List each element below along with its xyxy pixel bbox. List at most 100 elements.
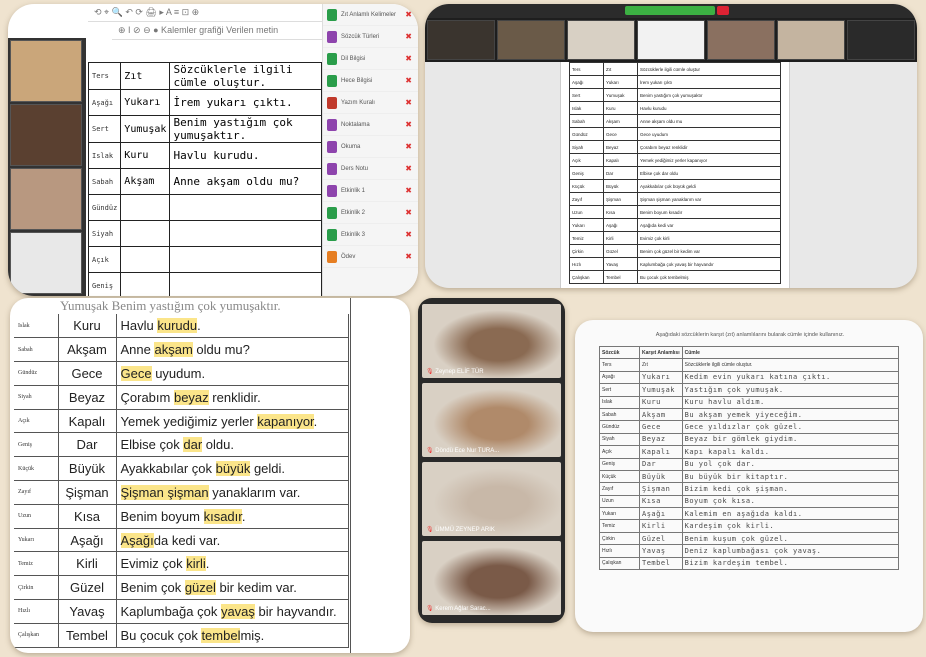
sentence-cell[interactable]	[169, 272, 322, 296]
delete-icon[interactable]: ✖	[405, 10, 412, 19]
delete-icon[interactable]: ✖	[405, 76, 412, 85]
source-word-cell[interactable]: Açık	[87, 246, 122, 273]
sentence-text: .	[197, 318, 201, 334]
sentence-cell[interactable]: Anne akşam oldu mu?	[169, 168, 322, 195]
antonym-cell[interactable]	[120, 194, 171, 221]
document-editor: ⟲ ⌖ 🔍 ↶ ⟳ 🖨 ▸ A ≡ ⊡ ⊕ ⊕ I ⊘ ⊖ ● Kalemler…	[87, 4, 322, 296]
sentence-text: da kedi var.	[153, 532, 221, 548]
participant-video	[10, 168, 82, 230]
table-row: Ters Zıt Sözcüklerle ilgili cümle oluştur.	[87, 62, 322, 90]
sentence-cell: Çorabım beyaz renklidir.	[116, 385, 349, 410]
file-list-item[interactable]: Etkinlik 2 ✖	[323, 202, 418, 224]
file-list-item[interactable]: Dil Bilgisi ✖	[323, 48, 418, 70]
source-word-cell[interactable]: Gündüz	[87, 194, 122, 221]
antonym-cell[interactable]: Kuru	[120, 142, 171, 169]
antonym-cell[interactable]	[120, 272, 171, 296]
table-row: Zayıf Şişman Şişman şişman yanaklarım var	[569, 192, 781, 206]
stop-share-button[interactable]	[717, 6, 729, 15]
highlighted-antonym: kirli	[186, 556, 206, 572]
editor-toolbar-secondary[interactable]: ⊕ I ⊘ ⊖ ● Kalemler grafiği Verilen metin	[112, 22, 322, 40]
delete-icon[interactable]: ✖	[405, 252, 412, 261]
participant-video	[10, 40, 82, 102]
sentence-cell[interactable]	[169, 194, 322, 221]
table-cell: Tembel	[639, 556, 683, 571]
table-cell: Güzel	[603, 244, 638, 258]
delete-icon[interactable]: ✖	[405, 186, 412, 195]
worksheet-table: Ters Zıt Sözcüklerle ilgili cümle oluştur.…	[87, 62, 322, 296]
delete-icon[interactable]: ✖	[405, 98, 412, 107]
sentence-cell[interactable]: Benim yastığım çok yumuşaktır.	[169, 115, 322, 143]
antonym-cell[interactable]: Akşam	[120, 168, 171, 195]
sentence-cell[interactable]	[169, 246, 322, 273]
delete-icon[interactable]: ✖	[405, 230, 412, 239]
file-list-item[interactable]: Etkinlik 1 ✖	[323, 180, 418, 202]
delete-icon[interactable]: ✖	[405, 32, 412, 41]
table-cell: Benim çok güzel bir kedim var	[637, 244, 781, 258]
highlighted-antonym: dar	[183, 437, 203, 453]
source-word-cell[interactable]: Ters	[87, 62, 122, 90]
delete-icon[interactable]: ✖	[405, 208, 412, 217]
file-list-item[interactable]: Sözcük Türleri ✖	[323, 26, 418, 48]
participant-tile[interactable]: 🎙 Kerem Ağlar Sarac...	[422, 541, 561, 615]
file-list-item[interactable]: Zıt Anlamlı Kelimeler ✖	[323, 4, 418, 26]
sentence-text: Evimiz çok	[120, 556, 187, 572]
participant-video	[497, 20, 565, 60]
highlighted-antonym: Şişman şişman	[120, 484, 209, 500]
table-cell: Şişman	[639, 482, 683, 496]
table-row: Geniş Dar Elbise çok dar oldu	[569, 166, 781, 180]
table-cell: Kapalı	[603, 153, 638, 167]
source-word-cell: Temiz	[14, 551, 59, 577]
file-list-item[interactable]: Ödev ✖	[323, 246, 418, 268]
table-row: Aşağı Yukarı Kedim evin yukarı katına çıkt…	[599, 370, 900, 385]
participant-tile[interactable]: 🎙 Döndü Ece Nur TURA...	[422, 383, 561, 457]
antonym-cell[interactable]: Yumuşak	[120, 115, 171, 143]
share-indicator[interactable]	[625, 6, 715, 15]
source-word-cell[interactable]: Islak	[87, 142, 122, 169]
source-word-cell[interactable]: Geniş	[87, 272, 122, 296]
sentence-cell[interactable]	[169, 220, 322, 247]
sentence-cell[interactable]: Sözcüklerle ilgili cümle oluştur.	[169, 62, 322, 90]
sentence-cell[interactable]: Havlu kurudu.	[169, 142, 322, 169]
file-list-item[interactable]: Hece Bilgisi ✖	[323, 70, 418, 92]
table-row: Çalışkan Tembel Bu çocuk çok tembelmiş.	[14, 623, 349, 648]
source-word-cell[interactable]: Sert	[87, 115, 122, 143]
file-list-item[interactable]: Etkinlik 3 ✖	[323, 224, 418, 246]
highlighted-antonym: Gece	[120, 365, 152, 381]
sentence-cell: Gece uyudum.	[116, 361, 349, 386]
table-row: Küçük Büyük Bu büyük bir kitaptır.	[599, 469, 900, 484]
file-name: Dil Bilgisi	[341, 55, 366, 62]
delete-icon[interactable]: ✖	[405, 142, 412, 151]
antonym-cell: Tembel	[58, 623, 117, 648]
sentence-cell[interactable]: İrem yukarı çıktı.	[169, 89, 322, 116]
antonym-cell: Kirli	[58, 551, 117, 577]
delete-icon[interactable]: ✖	[405, 164, 412, 173]
table-cell: Elbise çok dar oldu	[637, 166, 781, 180]
delete-icon[interactable]: ✖	[405, 54, 412, 63]
participant-tile[interactable]: 🎙 Zeynep ELİF TÜR	[422, 304, 561, 378]
sentence-text: renklidir.	[208, 389, 261, 405]
antonym-cell[interactable]	[120, 246, 171, 273]
file-list-item[interactable]: Yazım Kuralı ✖	[323, 92, 418, 114]
participant-tile[interactable]: 🎙 ÜMMÜ ZEYNEP ARIK	[422, 462, 561, 536]
sentence-text: .	[241, 508, 246, 524]
sentence-text: oldu mu?	[192, 342, 250, 358]
file-list-item[interactable]: Noktalama ✖	[323, 114, 418, 136]
file-list-item[interactable]: Okuma ✖	[323, 136, 418, 158]
table-cell: Yukarı	[639, 370, 683, 385]
highlighted-worksheet-table: Islak Kuru Havlu kurudu. Sabah Akşam Anne akş…	[14, 314, 349, 648]
source-word-cell[interactable]: Sabah	[87, 168, 122, 195]
table-cell: Açık	[599, 445, 640, 459]
delete-icon[interactable]: ✖	[405, 120, 412, 129]
antonym-cell[interactable]: Zıt	[120, 62, 171, 90]
table-cell: Yukarı	[599, 507, 640, 521]
source-word-cell[interactable]: Siyah	[87, 220, 122, 247]
participant-name: 🎙 Zeynep ELİF TÜR	[426, 368, 484, 375]
antonym-cell[interactable]: Yukarı	[120, 89, 171, 116]
editor-toolbar[interactable]: ⟲ ⌖ 🔍 ↶ ⟳ 🖨 ▸ A ≡ ⊡ ⊕	[88, 4, 322, 22]
table-cell: Yemek yediğimiz yerler kapanıyor	[637, 153, 781, 167]
table-row: Zayıf Şişman Şişman şişman yanaklarım var.	[14, 480, 349, 505]
source-word-cell[interactable]: Aşağı	[87, 89, 122, 116]
antonym-cell[interactable]	[120, 220, 171, 247]
table-cell: Kuru	[603, 101, 638, 115]
file-list-item[interactable]: Ders Notu ✖	[323, 158, 418, 180]
